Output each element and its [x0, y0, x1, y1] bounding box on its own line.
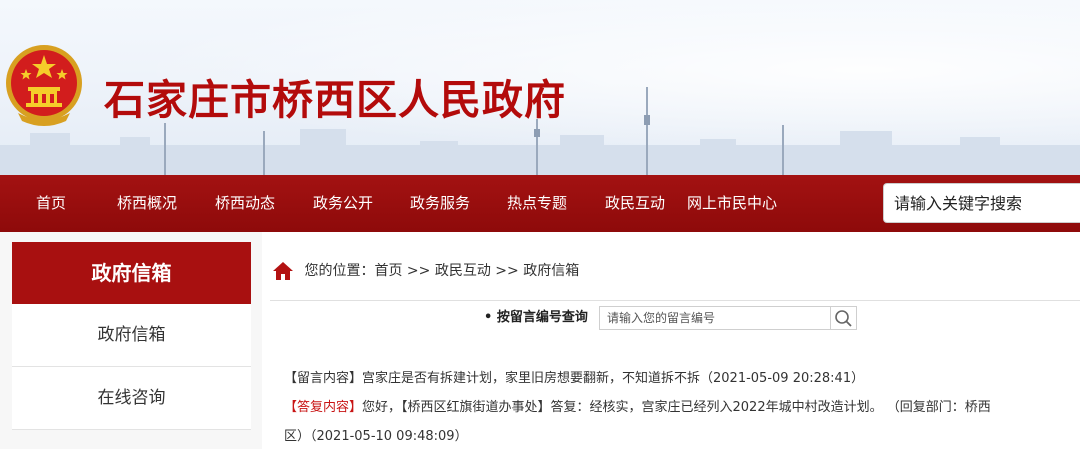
nav-item-gov-open[interactable]: 政务公开 — [313, 175, 373, 232]
message-reply-tag: 【答复内容】 — [284, 400, 363, 415]
national-emblem-icon — [6, 45, 82, 126]
breadcrumb-divider — [270, 300, 1080, 301]
breadcrumb-sep: >> — [490, 263, 524, 279]
nav-item-home[interactable]: 首页 — [36, 175, 66, 232]
message-content-tag: 【留言内容】 — [284, 371, 363, 386]
sidebar-header: 政府信箱 — [12, 242, 251, 304]
message-content-text: 宫家庄是否有拆建计划，家里旧房想要翻新，不知道拆不拆（2021-05-09 20… — [362, 371, 865, 386]
nav-item-interaction[interactable]: 政民互动 — [605, 175, 665, 232]
site-title: 石家庄市桥西区人民政府 — [104, 76, 566, 124]
message-content: 【留言内容】宫家庄是否有拆建计划，家里旧房想要翻新，不知道拆不拆（2021-05… — [284, 365, 864, 393]
query-by-number: • 按留言编号查询 — [484, 306, 598, 330]
sidebar-item-consult[interactable]: 在线咨询 — [12, 367, 251, 430]
breadcrumb-interaction[interactable]: 政民互动 — [435, 263, 491, 279]
nav-item-citizen-center[interactable]: 网上市民中心 — [687, 175, 777, 232]
breadcrumb-prefix: 您的位置： — [304, 263, 375, 279]
nav-item-overview[interactable]: 桥西概况 — [117, 175, 177, 232]
nav-item-news[interactable]: 桥西动态 — [215, 175, 275, 232]
breadcrumb-home[interactable]: 首页 — [374, 263, 402, 279]
site-search-box — [883, 183, 1080, 223]
header-banner: 石家庄市桥西区人民政府 — [0, 0, 1080, 175]
query-input-box — [599, 306, 831, 330]
home-icon — [273, 262, 293, 280]
query-label: • 按留言编号查询 — [484, 310, 588, 325]
breadcrumb-sep: >> — [402, 263, 435, 279]
sidebar-item-mailbox[interactable]: 政府信箱 — [12, 304, 251, 367]
nav-item-topics[interactable]: 热点专题 — [507, 175, 567, 232]
nav-item-gov-service[interactable]: 政务服务 — [410, 175, 470, 232]
search-icon — [835, 310, 852, 327]
message-reply-text: 您好，【桥西区红旗街道办事处】答复：经核实，宫家庄已经列入2022年城中村改造计… — [362, 400, 991, 415]
breadcrumb-current[interactable]: 政府信箱 — [523, 263, 579, 279]
query-number-input[interactable] — [600, 307, 830, 329]
message-reply-continued: 区）（2021-05-10 09:48:09） — [284, 429, 468, 444]
breadcrumb: 您的位置：首页 >> 政民互动 >> 政府信箱 — [272, 256, 579, 286]
message-reply: 【答复内容】您好，【桥西区红旗街道办事处】答复：经核实，宫家庄已经列入2022年… — [284, 394, 991, 422]
site-search-input[interactable] — [884, 184, 1080, 222]
query-search-button[interactable] — [830, 306, 857, 330]
